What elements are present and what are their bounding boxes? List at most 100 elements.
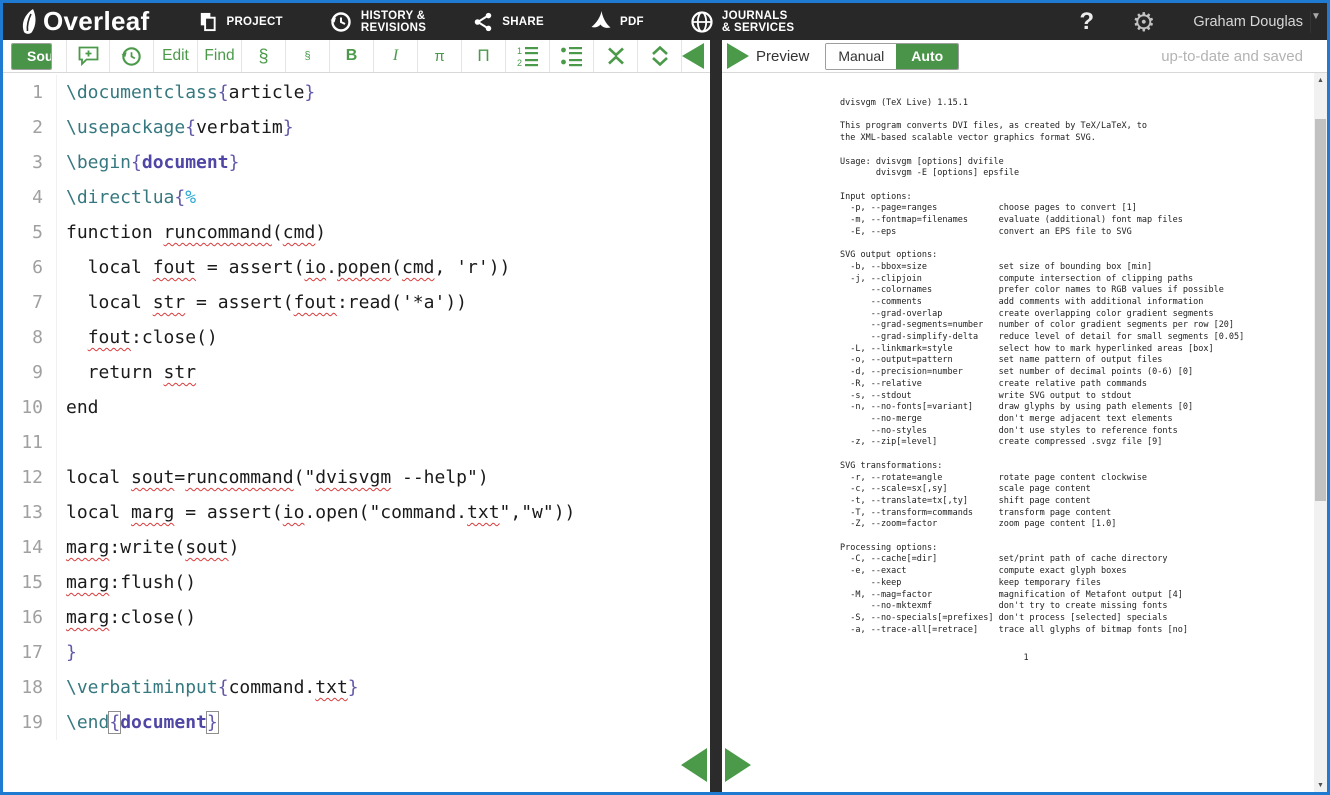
line-number: 16 [3,600,57,635]
italic-button[interactable]: I [374,40,418,72]
code-line[interactable]: 19\end{document} [3,705,710,740]
code-line[interactable]: 8 fout:close() [3,320,710,355]
code-line-text: } [57,635,77,670]
line-number: 7 [3,285,57,320]
code-line[interactable]: 14marg:write(sout) [3,530,710,565]
code-line[interactable]: 1\documentclass{article} [3,75,710,110]
code-line[interactable]: 18\verbatiminput{command.txt} [3,670,710,705]
pdf-page-number: 1 [840,653,1212,663]
code-line[interactable]: 9 return str [3,355,710,390]
pdf-icon [590,10,612,34]
collapse-icon[interactable] [594,40,638,72]
code-line-text: local sout=runcommand("dvisvgm --help") [57,460,489,495]
manual-auto-toggle: Manual Auto [825,43,959,70]
line-number: 19 [3,705,57,740]
pdf-preview-area: dvisvgm (TeX Live) 1.15.1 This program c… [722,73,1327,792]
code-line[interactable]: 5function runcommand(cmd) [3,215,710,250]
section-button[interactable]: § [242,40,286,72]
code-line[interactable]: 15marg:flush() [3,565,710,600]
expand-icon[interactable] [638,40,682,72]
line-number: 6 [3,250,57,285]
code-line-text: function runcommand(cmd) [57,215,326,250]
line-number: 4 [3,180,57,215]
nav-item-label: HISTORY &REVISIONS [361,10,426,34]
code-line-text: local fout = assert(io.popen(cmd, 'r')) [57,250,510,285]
display-math-button[interactable]: Π [462,40,506,72]
nav-item-share[interactable]: SHARE [472,11,544,33]
collapse-editor-left-arrow[interactable] [682,43,704,69]
line-number: 11 [3,425,57,460]
inline-math-button[interactable]: π [418,40,462,72]
line-number: 15 [3,565,57,600]
code-line-text: \verbatiminput{command.txt} [57,670,359,705]
line-number: 12 [3,460,57,495]
edit-button[interactable]: Edit [154,40,198,72]
preview-run-arrow[interactable] [727,43,749,69]
nav-item-label: PDF [620,16,644,28]
code-line[interactable]: 7 local str = assert(fout:read('*a')) [3,285,710,320]
preview-pane: Preview Manual Auto up-to-date and saved… [722,40,1327,792]
collapse-pane-right-arrow[interactable] [725,748,751,782]
source-code-editor[interactable]: 1\documentclass{article}2\usepackage{ver… [3,73,710,792]
line-number: 10 [3,390,57,425]
scrollbar-thumb[interactable] [1315,119,1326,501]
subsection-button[interactable]: § [286,40,330,72]
svg-text:1: 1 [517,46,522,56]
chevron-down-icon: ▼ [1310,11,1311,33]
code-line[interactable]: 17} [3,635,710,670]
overleaf-window: Overleaf PROJECT HISTORY &REVISIONS SHARE P… [0,0,1330,795]
overleaf-leaf-icon [19,8,41,36]
line-number: 17 [3,635,57,670]
user-menu[interactable]: Graham Douglas ▼ [1193,11,1311,33]
text-cursor [218,712,219,734]
pane-divider[interactable] [710,40,722,792]
code-line[interactable]: 2\usepackage{verbatim} [3,110,710,145]
code-line[interactable]: 16marg:close() [3,600,710,635]
nav-item-project[interactable]: PROJECT [197,11,282,33]
add-comment-icon[interactable] [66,40,110,72]
bullet-list-icon[interactable] [550,40,594,72]
help-button[interactable]: ? [1079,8,1094,36]
code-line[interactable]: 4\directlua{% [3,180,710,215]
source-tab[interactable]: Source [12,44,52,69]
line-number: 13 [3,495,57,530]
nav-item-history[interactable]: HISTORY &REVISIONS [329,10,426,34]
nav-item-label: PROJECT [226,16,282,28]
share-icon [472,11,494,33]
code-line[interactable]: 10end [3,390,710,425]
history-clock-icon [329,10,353,34]
nav-item-pdf[interactable]: PDF [590,10,644,34]
code-line[interactable]: 6 local fout = assert(io.popen(cmd, 'r')… [3,250,710,285]
code-line-text [57,425,66,460]
code-line-text: \usepackage{verbatim} [57,110,294,145]
code-line[interactable]: 11 [3,425,710,460]
compile-status: up-to-date and saved [1161,48,1303,65]
overleaf-logo[interactable]: Overleaf [19,6,149,37]
code-line-text: marg:write(sout) [57,530,239,565]
history-icon[interactable] [110,40,154,72]
code-line[interactable]: 3\begin{document} [3,145,710,180]
bold-button[interactable]: B [330,40,374,72]
collapse-pane-left-arrow[interactable] [681,748,707,782]
manual-compile-button[interactable]: Manual [826,44,896,69]
code-line[interactable]: 12local sout=runcommand("dvisvgm --help"… [3,460,710,495]
code-line-text: \end{document} [57,705,219,740]
logo-wordmark: Overleaf [43,6,149,37]
code-line-text: \directlua{% [57,180,196,215]
scrollbar-down-arrow[interactable]: ▼ [1314,778,1327,792]
scrollbar-up-arrow[interactable]: ▲ [1314,73,1327,87]
code-line[interactable]: 13local marg = assert(io.open("command.t… [3,495,710,530]
nav-item-journals[interactable]: JOURNALS& SERVICES [690,10,794,34]
preview-label: Preview [756,48,809,65]
settings-gear-icon[interactable]: ⚙ [1132,9,1155,35]
code-line-text: \begin{document} [57,145,239,180]
code-line-text: marg:close() [57,600,196,635]
find-button[interactable]: Find [198,40,242,72]
auto-compile-button[interactable]: Auto [896,44,958,69]
editor-pane: Source Rich Text EditFind§§BIπΠ12 1\docu… [3,40,710,792]
code-line-text: end [57,390,99,425]
pdf-page-text: dvisvgm (TeX Live) 1.15.1 This program c… [722,73,1327,636]
numbered-list-icon[interactable]: 12 [506,40,550,72]
preview-scrollbar[interactable]: ▲ ▼ [1314,73,1327,792]
nav-item-label: JOURNALS& SERVICES [722,10,794,34]
